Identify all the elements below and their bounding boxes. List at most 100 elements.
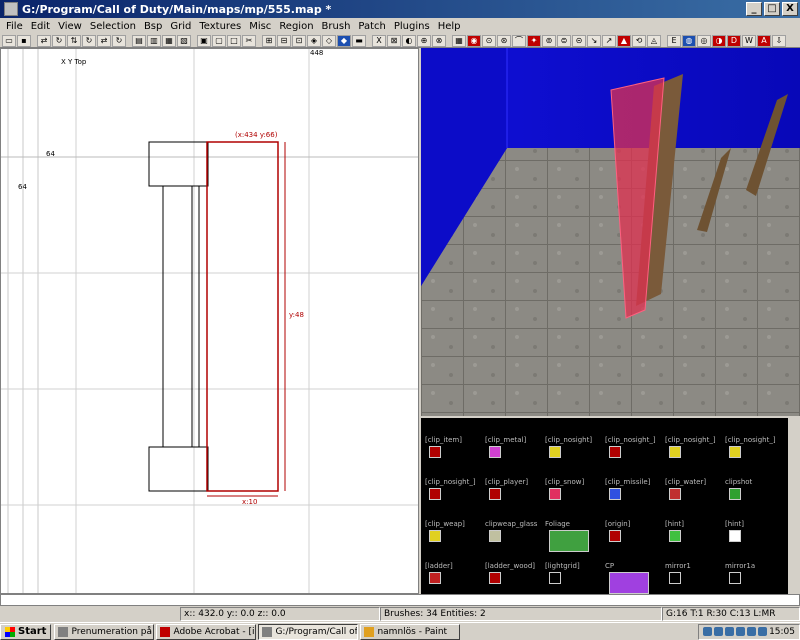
rotate-icon[interactable]: ⟲ [632,34,646,47]
texture-lock-icon[interactable]: ⊟ [277,34,291,47]
texture-cell[interactable]: mirror1a [725,562,785,594]
selected-brush[interactable] [206,141,279,492]
texture-cell[interactable]: [hint] [665,520,725,562]
open-file-icon[interactable]: ▭ [2,34,16,47]
model-icon[interactable]: ◎ [697,34,711,47]
xy-grid-canvas[interactable] [1,49,419,594]
menu-file[interactable]: File [2,21,27,32]
volume-icon[interactable] [747,627,757,636]
draw-icon[interactable]: D [727,34,741,47]
texture-view-icon[interactable]: ▬ [352,34,366,47]
texture-cell[interactable]: [ladder] [425,562,485,594]
drag-edges-icon[interactable]: ↘ [587,34,601,47]
patch-invert-icon[interactable]: ⊗ [432,34,446,47]
csg-merge-icon[interactable]: ▢ [212,34,226,47]
snap-icon[interactable]: ⇩ [772,34,786,47]
region-icon[interactable]: ⊙ [482,34,496,47]
maximize-button[interactable]: □ [764,2,780,16]
texture-browser[interactable]: [clip_item] [clip_metal] [clip_nosight] [cl… [421,418,800,594]
show-patches-icon[interactable]: ◆ [337,34,351,47]
taskbar-item-prenumeration[interactable]: Prenumeration på lediga ... [54,623,155,640]
curve-cylinder-icon[interactable]: X [372,34,386,47]
cap-icon[interactable]: ⊛ [497,34,511,47]
curve-endcap-icon[interactable]: ◐ [402,34,416,47]
texture-cell[interactable]: [clip_metal] [485,436,545,478]
texture-cell[interactable]: [clip_snow] [545,478,605,520]
taskbar-item-radiant[interactable]: G:/Program/Call of D... [258,623,359,640]
axis-icon[interactable]: A [757,34,771,47]
menu-grid[interactable]: Grid [166,21,195,32]
tray-icon[interactable] [736,627,746,636]
menu-help[interactable]: Help [434,21,465,32]
texture-cell[interactable]: [clip_nosight] [545,436,605,478]
select-partial-tall-icon[interactable]: ▦ [162,34,176,47]
rotate-z-icon[interactable]: ↻ [112,34,126,47]
console-input[interactable] [0,594,800,606]
texture-cell[interactable]: [ladder_wood] [485,562,545,594]
scale-icon[interactable]: ▲ [617,34,631,47]
change-views-icon[interactable]: ⊞ [262,34,276,47]
flip-z-icon[interactable]: ⇄ [97,34,111,47]
network-icon[interactable] [758,627,768,636]
entity-view-icon[interactable]: ◇ [322,34,336,47]
menu-region[interactable]: Region [275,21,317,32]
select-inside-icon[interactable]: ▧ [177,34,191,47]
camera-view-icon[interactable]: ◈ [307,34,321,47]
texture-cell[interactable]: [hint] [725,520,785,562]
rotate-y-icon[interactable]: ↻ [82,34,96,47]
texture-cell[interactable]: [origin] [605,520,665,562]
menu-patch[interactable]: Patch [354,21,389,32]
csg-subtract-icon[interactable]: ▣ [197,34,211,47]
taskbar-item-paint[interactable]: namnlös - Paint [360,623,461,640]
vertex-icon[interactable]: ◬ [647,34,661,47]
texture-cell[interactable]: clipshot [725,478,785,520]
tray-icon[interactable] [703,627,713,636]
brush-top-block[interactable] [148,141,209,187]
texture-cell[interactable]: [lightgrid] [545,562,605,594]
tray-icon[interactable] [725,627,735,636]
texture-cell[interactable]: [clip_water] [665,478,725,520]
texture-cell[interactable]: [clip_player] [485,478,545,520]
texture-cell[interactable]: mirror1 [665,562,725,594]
csg-hollow-icon[interactable]: □ [227,34,241,47]
select-touching-icon[interactable]: ▥ [147,34,161,47]
camera-3d-view[interactable] [421,48,800,416]
tray-icon[interactable] [714,627,724,636]
flip-x-icon[interactable]: ⇄ [37,34,51,47]
taskbar-item-acrobat[interactable]: Adobe Acrobat - [isaDor... [156,623,257,640]
walk-icon[interactable]: W [742,34,756,47]
texture-fit-icon[interactable]: ⊜ [557,34,571,47]
menu-plugins[interactable]: Plugins [390,21,434,32]
clip-tool-icon[interactable]: ◉ [467,34,481,47]
curve-dense-icon[interactable]: ⊠ [387,34,401,47]
cubic-clip-icon[interactable]: ⊡ [292,34,306,47]
minimize-button[interactable]: _ [746,2,762,16]
texture-cell[interactable]: Foliage [545,520,605,562]
flip-y-icon[interactable]: ⇅ [67,34,81,47]
menu-brush[interactable]: Brush [318,21,355,32]
rotate-x-icon[interactable]: ↻ [52,34,66,47]
texture-cell[interactable]: CP [605,562,665,594]
light-icon[interactable]: ✦ [527,34,541,47]
save-file-icon[interactable]: ▪ [17,34,31,47]
drag-vertices-icon[interactable]: ↗ [602,34,616,47]
world-icon[interactable]: ◍ [682,34,696,47]
texture-cell[interactable]: clipweap_glass [485,520,545,562]
menu-view[interactable]: View [54,21,86,32]
texture-cell[interactable]: [clip_nosight_] [725,436,785,478]
menu-bsp[interactable]: Bsp [140,21,166,32]
menu-textures[interactable]: Textures [195,21,245,32]
camera-render[interactable] [421,48,800,416]
texture-cell[interactable]: [clip_nosight_] [425,478,485,520]
grid-select-icon[interactable]: ▦ [452,34,466,47]
entity-list-icon[interactable]: E [667,34,681,47]
texture-scrollbar[interactable] [788,418,800,594]
texture-cell[interactable]: [clip_nosight_] [605,436,665,478]
texture-cell[interactable]: [clip_item] [425,436,485,478]
texture-cell[interactable]: [clip_missile] [605,478,665,520]
xy-top-view[interactable]: X Y Top 448 64 64 (x:434 y:66) y:48 x:10 [0,48,419,594]
entity-icon[interactable]: ⊚ [542,34,556,47]
menu-misc[interactable]: Misc [245,21,275,32]
close-button[interactable]: X [782,2,798,16]
menu-selection[interactable]: Selection [86,21,140,32]
